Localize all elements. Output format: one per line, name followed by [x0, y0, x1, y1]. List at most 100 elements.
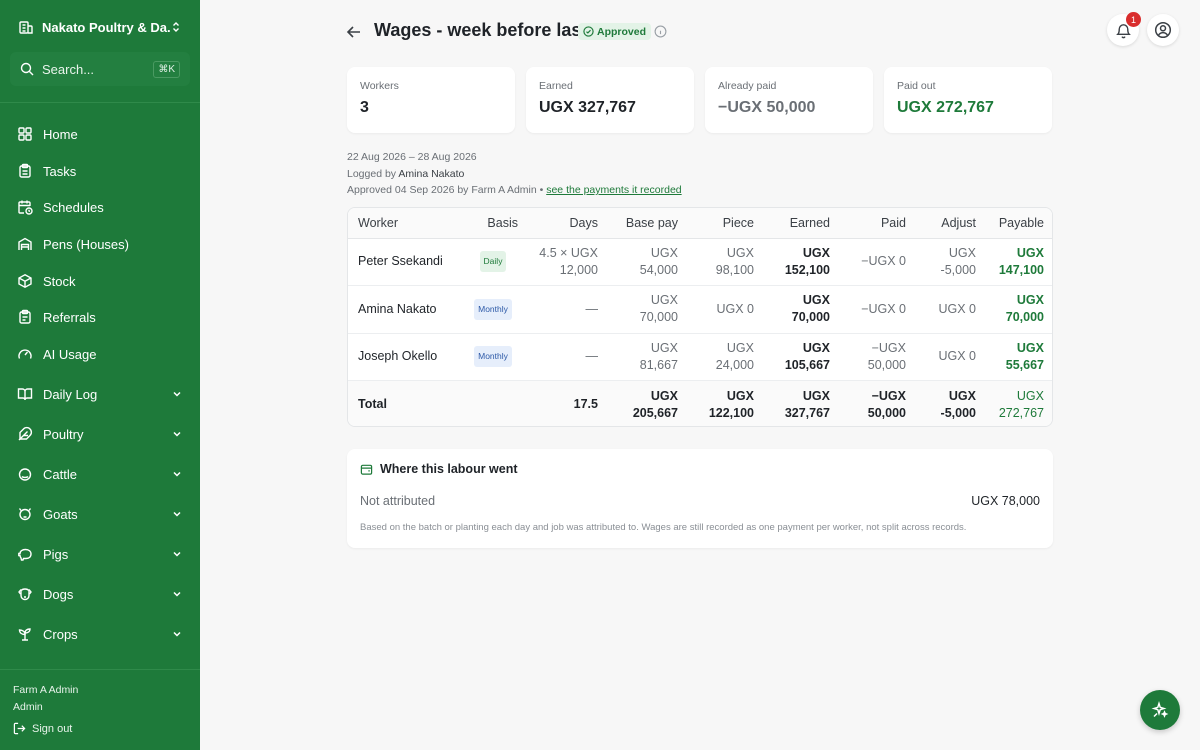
summary-value: 3	[360, 99, 369, 116]
sidebar-item-daily-log[interactable]: Daily Log	[10, 378, 190, 410]
summary-label: Workers	[360, 80, 399, 92]
table-total-row: Total 17.5 UGX 205,667 UGX 122,100 UGX 3…	[348, 380, 1052, 426]
search-input[interactable]: Search... ⌘K	[10, 52, 190, 86]
adjust-cell: UGX 0	[916, 285, 986, 334]
sidebar-item-poultry[interactable]: Poultry	[10, 418, 190, 450]
sidebar-item-crops[interactable]: Crops	[10, 618, 190, 650]
worker-name: Joseph Okello	[348, 333, 458, 381]
sidebar-item-label: Pens (Houses)	[43, 236, 129, 252]
total-adjust: UGX -5,000	[916, 380, 986, 426]
warehouse-icon	[18, 237, 32, 250]
summary-card-already-paid: Already paid −UGX 50,000	[705, 67, 873, 133]
payments-link[interactable]: see the payments it recorded	[546, 184, 681, 196]
farm-switcher[interactable]: Nakato Poultry & Da...	[10, 10, 190, 44]
labour-row-label: Not attributed	[360, 494, 436, 508]
sidebar-item-home[interactable]: Home	[10, 118, 190, 150]
feather-icon	[18, 426, 33, 441]
sidebar-item-label: Schedules	[43, 199, 104, 215]
chevron-down-icon	[173, 631, 181, 637]
sidebar-item-referrals[interactable]: Referrals	[10, 301, 190, 333]
goat-icon	[18, 508, 32, 521]
log-out-icon	[13, 722, 26, 735]
labour-title: Where this labour went	[360, 462, 518, 476]
summary-label: Paid out	[897, 80, 936, 92]
status-label: Approved	[597, 25, 647, 38]
summary-card-earned: Earned UGX 327,767	[526, 67, 694, 133]
chevron-down-icon	[173, 511, 181, 517]
total-paid: −UGX 50,000	[840, 380, 916, 426]
base-pay-cell: UGX 70,000	[608, 285, 688, 334]
sidebar-item-label: Cattle	[43, 466, 77, 482]
piece-cell: UGX 98,100	[688, 238, 764, 286]
sidebar-item-schedules[interactable]: Schedules	[10, 191, 190, 223]
basis-cell: Monthly	[458, 333, 528, 381]
grid-icon	[18, 127, 32, 141]
total-label: Total	[348, 380, 458, 426]
sidebar-divider	[0, 102, 200, 103]
sidebar-item-dogs[interactable]: Dogs	[10, 578, 190, 610]
sidebar-item-ai-usage[interactable]: AI Usage	[10, 338, 190, 370]
worker-name: Amina Nakato	[348, 285, 458, 334]
chevron-down-icon	[173, 391, 181, 397]
sidebar-item-label: Goats	[43, 506, 78, 522]
sidebar-item-label: Poultry	[43, 426, 84, 442]
dog-icon	[18, 588, 32, 601]
adjust-cell: UGX -5,000	[916, 238, 986, 286]
logged-by-name: Amina Nakato	[398, 168, 465, 180]
info-icon[interactable]	[654, 25, 667, 38]
sidebar-footer-divider	[0, 669, 200, 670]
summary-card-workers: Workers 3	[347, 67, 515, 133]
sign-out-label: Sign out	[32, 722, 73, 735]
summary-value: −UGX 50,000	[718, 99, 816, 116]
column-header: Basis	[458, 208, 528, 239]
arrow-left-icon	[346, 26, 360, 38]
payable-cell: UGX 55,667	[986, 333, 1052, 381]
sidebar-item-label: Stock	[43, 273, 76, 289]
sidebar-item-label: Pigs	[43, 546, 69, 562]
table-row[interactable]: Amina Nakato Monthly — UGX 70,000 UGX 0 …	[348, 285, 1052, 334]
paid-cell: −UGX 0	[840, 285, 916, 334]
sidebar-item-goats[interactable]: Goats	[10, 498, 190, 530]
sidebar-item-pens[interactable]: Pens (Houses)	[10, 228, 190, 260]
back-button[interactable]	[344, 22, 364, 42]
chevron-down-icon	[173, 471, 181, 477]
sprout-icon	[18, 628, 31, 641]
status-badge: Approved	[578, 23, 652, 40]
base-pay-cell: UGX 54,000	[608, 238, 688, 286]
sidebar-item-tasks[interactable]: Tasks	[10, 155, 190, 187]
basis-badge: Monthly	[474, 298, 512, 320]
user-circle-icon	[1154, 21, 1172, 39]
total-payable: UGX 272,767	[986, 380, 1052, 426]
worker-name: Peter Ssekandi	[348, 238, 458, 286]
logged-by: Logged by Amina Nakato	[347, 168, 464, 180]
column-header: Days	[528, 208, 608, 239]
ai-assistant-button[interactable]	[1140, 690, 1180, 730]
column-header: Piece	[688, 208, 764, 239]
earned-cell: UGX 70,000	[764, 285, 840, 334]
total-days: 17.5	[528, 380, 608, 426]
search-icon	[20, 62, 34, 76]
sign-out-button[interactable]: Sign out	[13, 722, 72, 735]
wallet-icon	[360, 464, 373, 475]
chevron-down-icon	[173, 431, 181, 437]
column-header: Worker	[348, 208, 458, 239]
sidebar-item-label: Tasks	[43, 163, 77, 179]
table-row[interactable]: Joseph Okello Monthly — UGX 81,667 UGX 2…	[348, 333, 1052, 381]
farm-name: Nakato Poultry & Da...	[42, 19, 170, 35]
building-icon	[19, 21, 33, 34]
column-header: Payable	[986, 208, 1052, 239]
search-shortcut: ⌘K	[153, 60, 180, 78]
sidebar-item-stock[interactable]: Stock	[10, 265, 190, 297]
date-range: 22 Aug 2026 – 28 Aug 2026	[347, 151, 477, 163]
days-cell: 4.5 × UGX 12,000	[528, 238, 608, 286]
box-icon	[18, 274, 32, 288]
sidebar-item-label: Crops	[43, 626, 78, 642]
sidebar: Nakato Poultry & Da... Search... ⌘K Home…	[0, 0, 200, 750]
table-row[interactable]: Peter Ssekandi Daily 4.5 × UGX 12,000 UG…	[348, 238, 1052, 286]
sidebar-item-cattle[interactable]: Cattle	[10, 458, 190, 490]
sidebar-item-pigs[interactable]: Pigs	[10, 538, 190, 570]
column-header: Paid	[840, 208, 916, 239]
cattle-icon	[18, 468, 32, 481]
account-button[interactable]	[1147, 14, 1179, 46]
approval-info: Approved 04 Sep 2026 by Farm A Admin • s…	[347, 184, 682, 196]
